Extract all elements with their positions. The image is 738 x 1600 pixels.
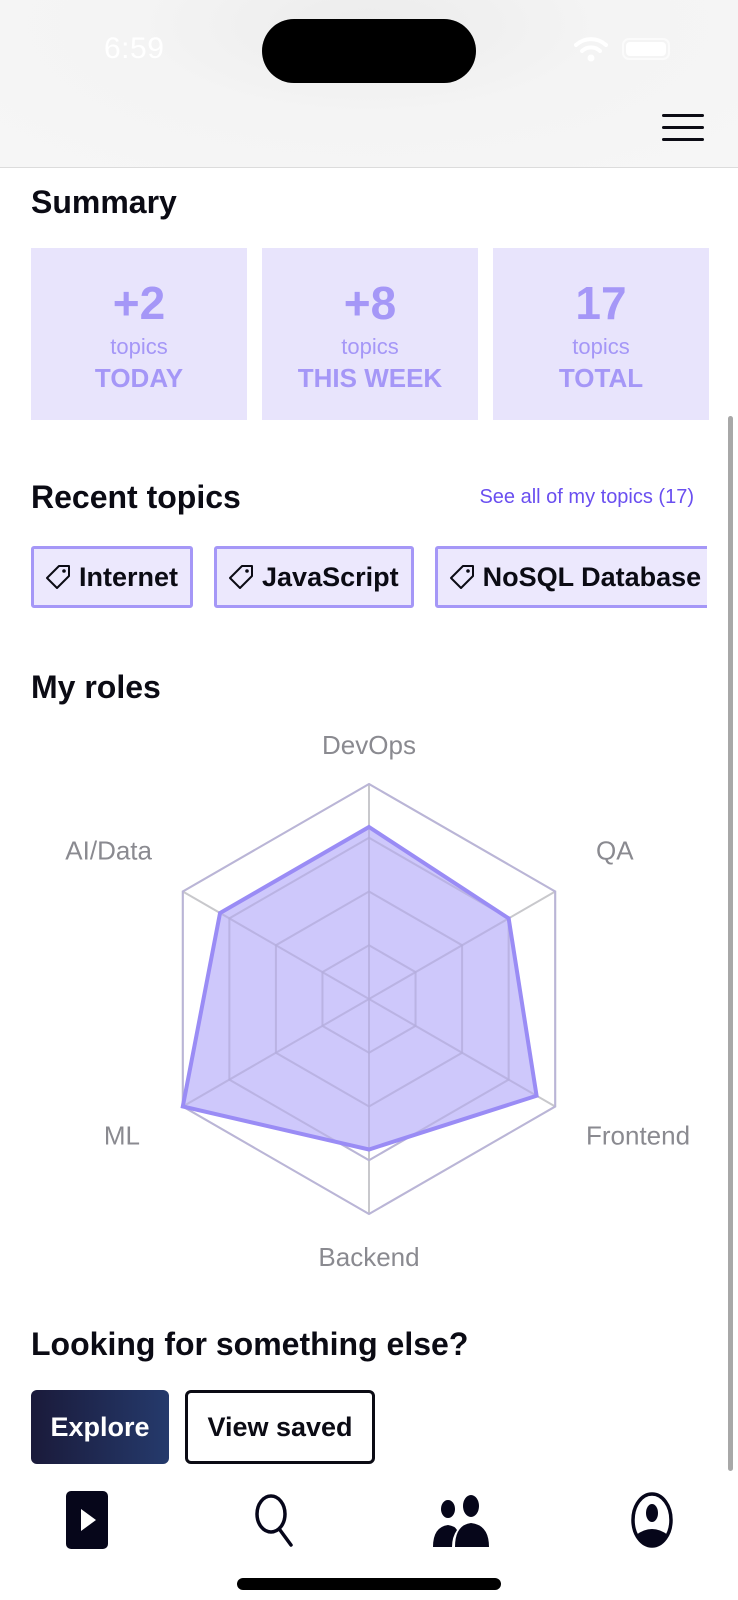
wifi-icon [574,37,608,62]
card-period: TODAY [94,363,184,393]
topic-chip-label: NoSQL Database [482,561,702,592]
radar-axis-label-qa: QA [596,836,634,866]
topic-chip[interactable]: JavaScript [214,546,414,608]
radar-axis-label-aidata: AI/Data [65,836,152,866]
play-icon [66,1491,108,1549]
nav-profile[interactable] [622,1490,682,1550]
nav-search[interactable] [245,1490,305,1550]
card-value: +2 [112,277,166,329]
radar-axis-label-devops: DevOps [322,730,416,760]
people-icon [433,1495,489,1547]
explore-button[interactable]: Explore [31,1390,169,1464]
card-value: +8 [343,277,397,329]
radar-axis-label-frontend: Frontend [586,1121,690,1151]
radar-axis-label-ml: ML [104,1121,140,1151]
bottom-nav [0,1490,738,1560]
status-time: 6:59 [104,32,165,65]
home-indicator [237,1578,501,1590]
tag-icon [229,565,254,589]
profile-icon [631,1492,673,1548]
topic-chip[interactable]: Internet [31,546,194,608]
tag-icon [449,565,474,589]
topic-chip-label: JavaScript [262,561,399,592]
header: 6:59 [0,0,738,168]
hamburger-menu-icon[interactable] [662,114,704,142]
tag-icon [46,565,70,589]
scrollbar[interactable] [728,416,733,1471]
card-unit: topics [341,334,399,359]
card-value: 17 [575,277,627,329]
see-all-topics-link[interactable]: See all of my topics (17) [479,486,694,509]
radar-axis-label-backend: Backend [318,1242,419,1270]
nav-play[interactable] [57,1490,117,1550]
card-period: TOTAL [558,363,644,393]
view-saved-button[interactable]: View saved [185,1390,375,1464]
topic-chip-label: Internet [79,561,179,592]
roles-radar-chart: DevOps QA Frontend Backend ML AI/Data [65,730,690,1270]
summary-card-total: 17 topics TOTAL [493,248,709,420]
card-period: THIS WEEK [297,363,443,393]
card-unit: topics [572,334,630,359]
search-icon [255,1494,293,1547]
battery-icon [622,38,670,60]
nav-community[interactable] [432,1490,492,1550]
recent-topics-title: Recent topics [31,479,241,515]
cta-title: Looking for something else? [31,1326,469,1362]
summary-title: Summary [31,184,177,220]
card-unit: topics [110,334,168,359]
dynamic-island [262,19,476,83]
summary-card-today: +2 topics TODAY [31,248,247,420]
summary-cards: +2 topics TODAY +8 topics THIS WEEK 17 t… [31,248,709,420]
topic-chips: Internet JavaScript NoSQL Database [31,546,707,610]
summary-card-week: +8 topics THIS WEEK [262,248,478,420]
topic-chip[interactable]: NoSQL Database [434,546,707,608]
my-roles-title: My roles [31,669,161,705]
